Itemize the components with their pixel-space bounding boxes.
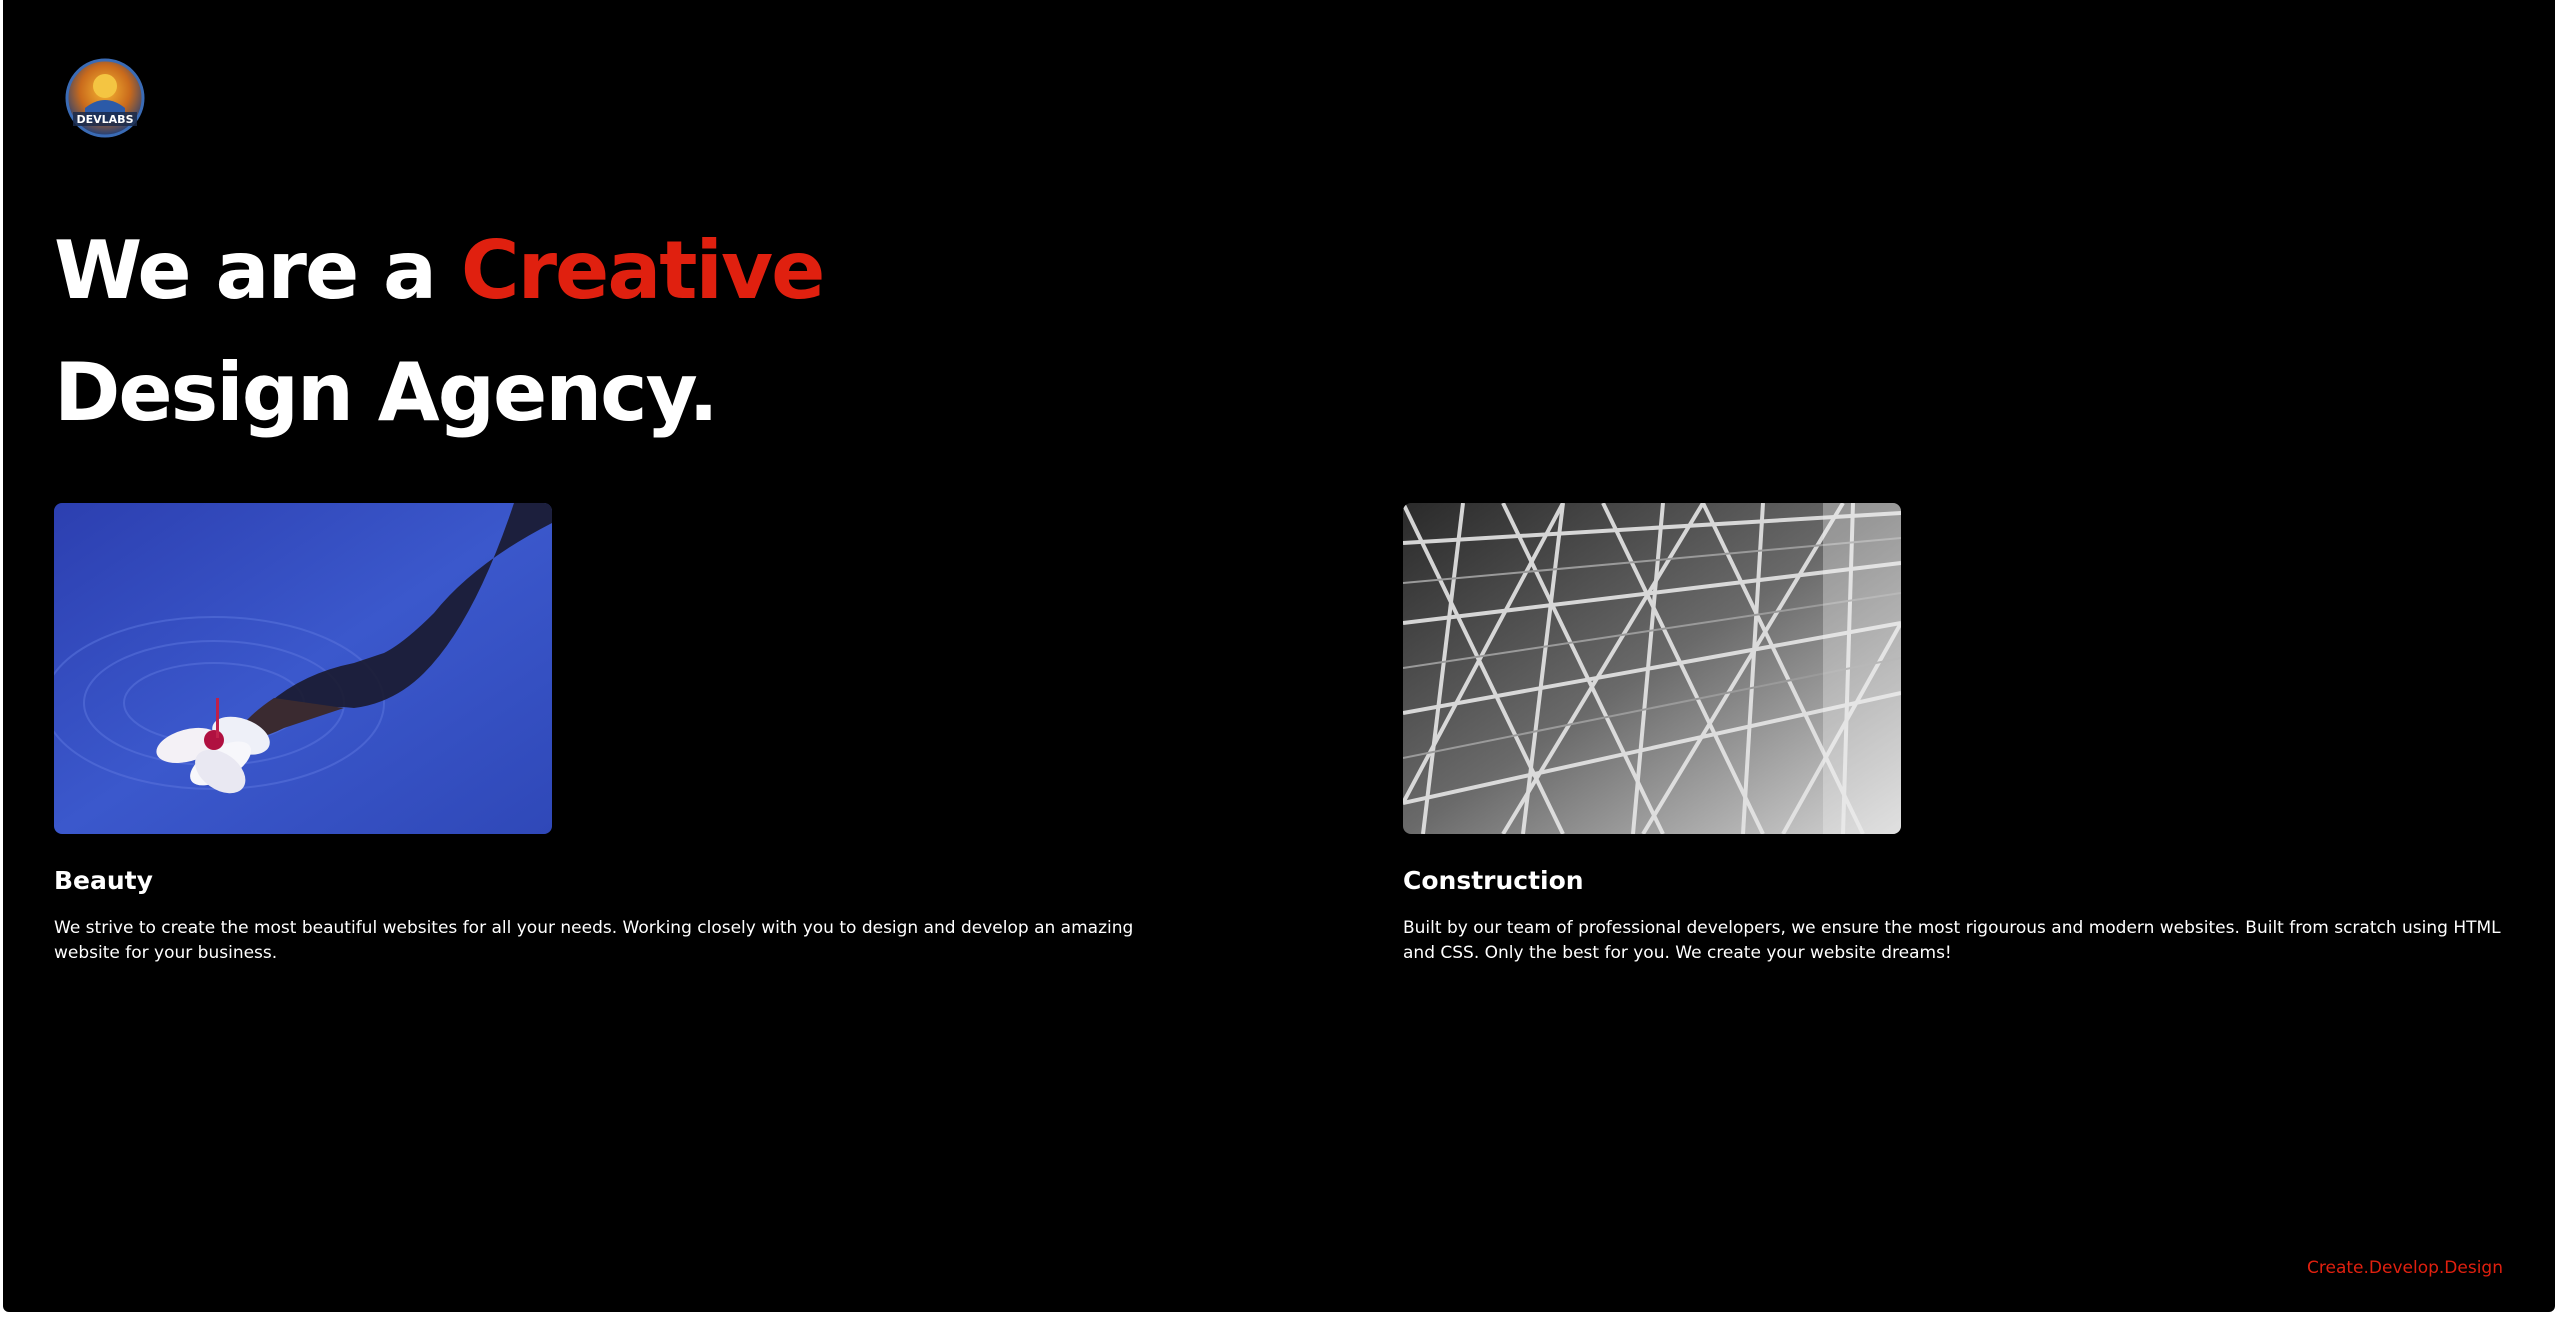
card-description: We strive to create the most beautiful w…	[54, 918, 1134, 963]
hero-line1-prefix: We are a	[54, 224, 461, 317]
logo-text: DEVLABS	[77, 113, 134, 126]
beauty-image	[54, 503, 552, 834]
service-card-construction: Construction Built by our team of profes…	[1403, 503, 2555, 966]
card-description: Built by our team of professional develo…	[1403, 918, 2501, 963]
construction-image	[1403, 503, 1901, 834]
hero-heading: We are a Creative Design Agency.	[54, 210, 825, 454]
hero-line1-accent: Creative	[460, 224, 825, 317]
service-card-beauty: Beauty We strive to create the most beau…	[54, 503, 1214, 966]
page-frame: DEVLABS We are a Creative Design Agency.	[3, 0, 2555, 1312]
hero-line2: Design Agency.	[54, 346, 719, 439]
card-title: Construction	[1403, 866, 1584, 895]
footer-tagline: Create.Develop.Design	[2307, 1258, 2503, 1278]
devlabs-logo[interactable]: DEVLABS	[63, 56, 147, 140]
card-title: Beauty	[54, 866, 153, 895]
